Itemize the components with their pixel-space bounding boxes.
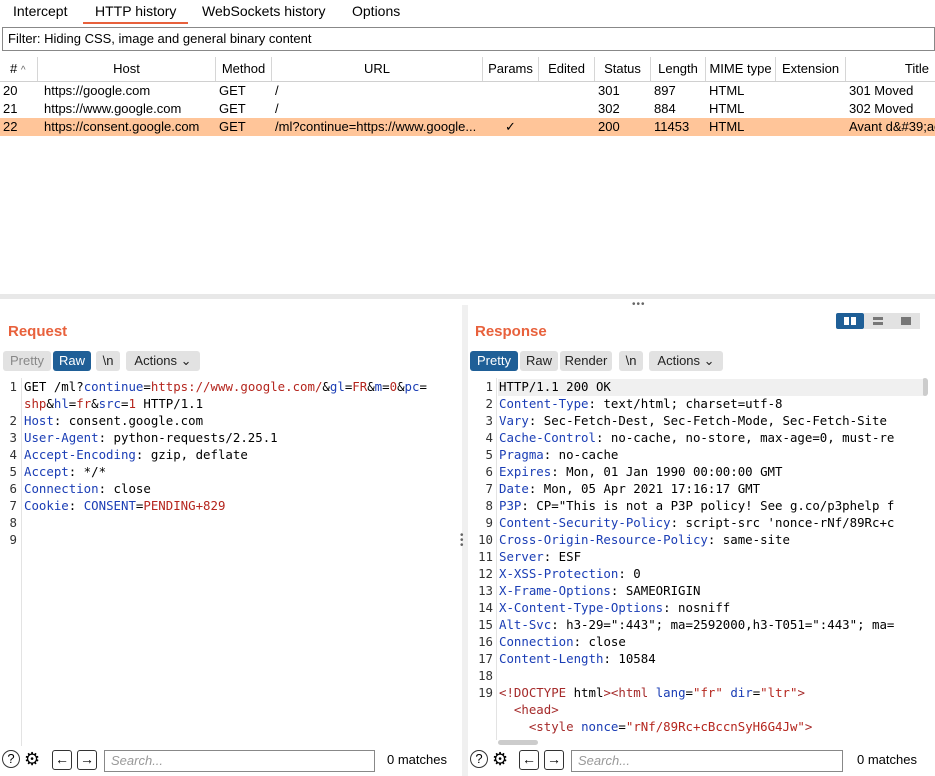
row-host: https://google.com	[44, 83, 151, 98]
response-title: Response	[475, 323, 547, 340]
settings-gear-icon[interactable]: ⚙	[24, 749, 40, 769]
row-title: 301 Moved	[849, 83, 914, 98]
row-number: 21	[3, 101, 18, 116]
stacked-layout-icon[interactable]	[864, 313, 892, 329]
column-header-mime-type[interactable]: MIME type	[706, 57, 776, 81]
row-mime: HTML	[709, 119, 745, 134]
row-number: 22	[3, 119, 18, 134]
table-row[interactable]: 20 https://google.com GET / 301 897 HTML…	[0, 82, 935, 100]
chevron-down-icon: ⌄	[180, 353, 192, 368]
row-length: 897	[654, 83, 676, 98]
row-method: GET	[219, 119, 246, 134]
raw-button[interactable]: Raw	[53, 351, 91, 371]
row-url: /	[275, 83, 279, 98]
chevron-down-icon: ⌄	[703, 353, 715, 368]
row-mime: HTML	[709, 83, 745, 98]
newline-toggle-button[interactable]: \n	[619, 351, 643, 371]
tab-http-history[interactable]: HTTP history	[83, 0, 189, 24]
side-by-side-layout-icon[interactable]	[836, 313, 864, 329]
row-host: https://www.google.com	[44, 101, 182, 116]
row-status: 200	[598, 119, 620, 134]
horizontal-splitter[interactable]	[0, 294, 935, 299]
render-button[interactable]: Render	[560, 351, 612, 371]
column-header-number[interactable]: # ^	[0, 57, 38, 81]
row-length: 11453	[654, 119, 690, 134]
settings-gear-icon[interactable]: ⚙	[492, 749, 508, 769]
newline-toggle-button[interactable]: \n	[96, 351, 120, 371]
table-row[interactable]: 21 https://www.google.com GET / 302 884 …	[0, 100, 935, 118]
row-mime: HTML	[709, 101, 745, 116]
filter-bar[interactable]: Filter: Hiding CSS, image and general bi…	[2, 27, 935, 51]
row-number: 20	[3, 83, 18, 98]
actions-dropdown[interactable]: Actions ⌄	[649, 351, 723, 371]
raw-button[interactable]: Raw	[520, 351, 558, 371]
response-editor[interactable]: 1 HTTP/1.1 200 OK 2 Content-Type: text/h…	[468, 379, 923, 735]
request-search-input[interactable]: Search...	[104, 750, 375, 772]
response-search-input[interactable]: Search...	[571, 750, 843, 772]
column-header-method[interactable]: Method	[216, 57, 272, 81]
table-header: # ^ Host Method URL Params Edited Status…	[0, 57, 935, 82]
request-editor[interactable]: 1 GET /ml?continue=https://www.google.co…	[0, 379, 462, 745]
tab-bar: Intercept HTTP history WebSockets histor…	[0, 0, 935, 24]
next-arrow-icon[interactable]: →	[77, 750, 97, 770]
vertical-drag-handle-icon[interactable]: • • •	[460, 531, 464, 551]
row-method: GET	[219, 83, 246, 98]
column-header-url[interactable]: URL	[272, 57, 483, 81]
next-arrow-icon[interactable]: →	[544, 750, 564, 770]
actions-label: Actions	[657, 353, 701, 368]
column-header-host[interactable]: Host	[38, 57, 216, 81]
tab-intercept[interactable]: Intercept	[1, 0, 79, 22]
column-header-params[interactable]: Params	[483, 57, 539, 81]
tab-websockets-history[interactable]: WebSockets history	[190, 0, 337, 22]
previous-arrow-icon[interactable]: ←	[519, 750, 539, 770]
row-url: /ml?continue=https://www.google...	[275, 119, 477, 134]
column-header-length[interactable]: Length	[651, 57, 706, 81]
response-match-count: 0 matches	[857, 752, 917, 767]
row-title: Avant d&#39;ac	[849, 119, 935, 134]
column-header-status[interactable]: Status	[595, 57, 651, 81]
pretty-button[interactable]: Pretty	[3, 351, 51, 371]
request-title: Request	[8, 323, 68, 340]
actions-dropdown[interactable]: Actions ⌄	[126, 351, 200, 371]
row-host: https://consent.google.com	[44, 119, 200, 134]
tabbed-layout-icon[interactable]	[892, 313, 920, 329]
horizontal-scrollbar[interactable]	[498, 740, 538, 745]
help-icon[interactable]: ?	[2, 750, 20, 768]
request-match-count: 0 matches	[387, 752, 447, 767]
sort-ascending-icon: ^	[20, 65, 26, 76]
column-header-edited[interactable]: Edited	[539, 57, 595, 81]
tab-options[interactable]: Options	[340, 0, 412, 22]
previous-arrow-icon[interactable]: ←	[52, 750, 72, 770]
help-icon[interactable]: ?	[470, 750, 488, 768]
row-url: /	[275, 101, 279, 116]
params-check-icon: ✓	[505, 119, 516, 134]
column-header-title[interactable]: Title	[846, 57, 935, 81]
row-length: 884	[654, 101, 676, 116]
row-title: 302 Moved	[849, 101, 914, 116]
row-status: 301	[598, 83, 620, 98]
actions-label: Actions	[134, 353, 178, 368]
drag-handle-icon[interactable]: •••	[632, 299, 646, 310]
table-row-selected[interactable]: 22 https://consent.google.com GET /ml?co…	[0, 118, 935, 136]
column-header-extension[interactable]: Extension	[776, 57, 846, 81]
row-status: 302	[598, 101, 620, 116]
row-method: GET	[219, 101, 246, 116]
pretty-button[interactable]: Pretty	[470, 351, 518, 371]
